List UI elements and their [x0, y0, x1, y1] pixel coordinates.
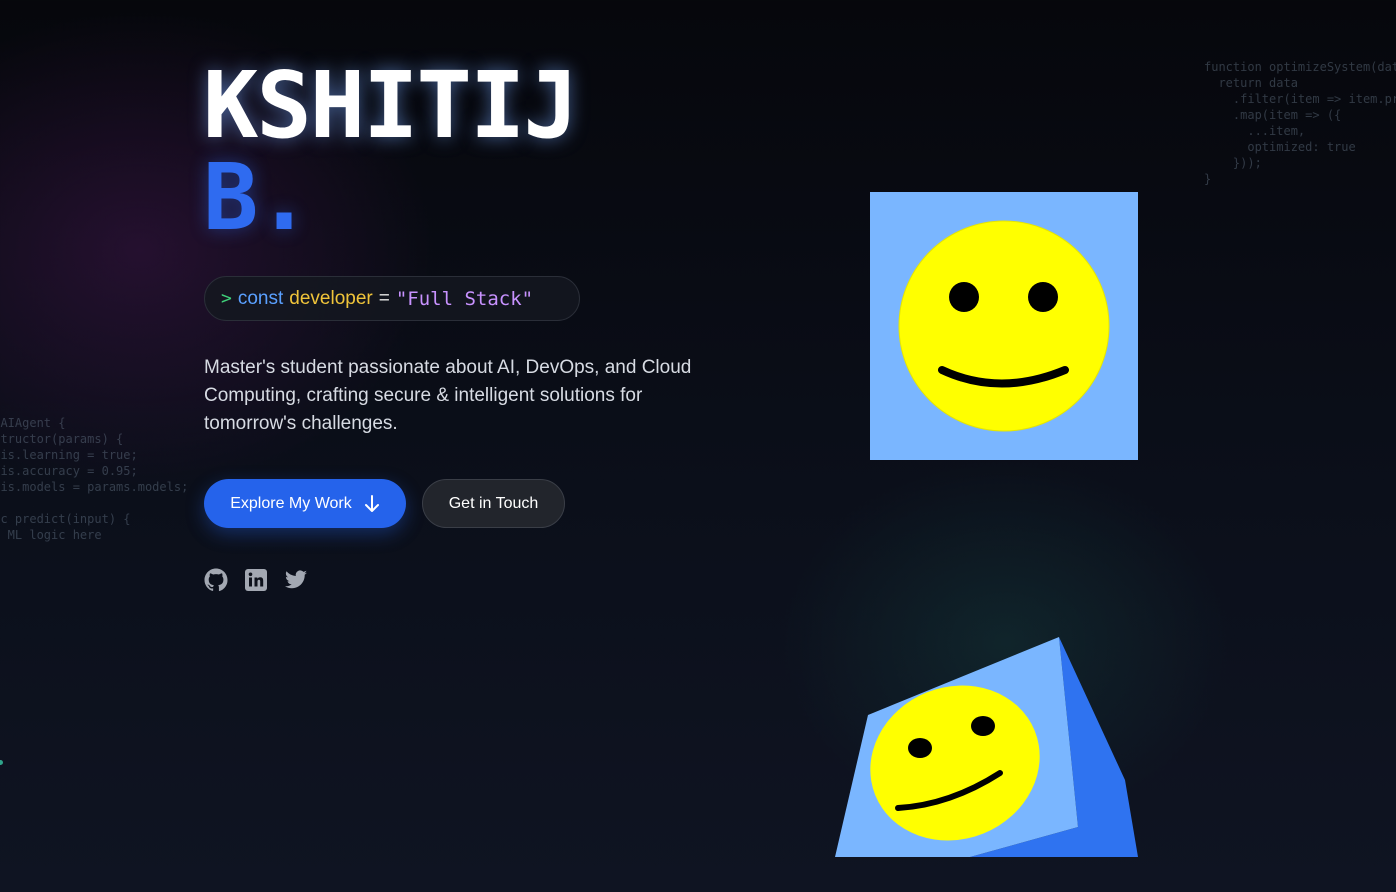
- smiley-cube-icon: [835, 637, 1138, 857]
- code-keyword: const: [237, 287, 284, 309]
- decorative-dot: [0, 760, 3, 765]
- social-links: [204, 568, 308, 592]
- github-icon[interactable]: [204, 568, 228, 592]
- code-operator: =: [378, 287, 390, 309]
- get-in-touch-label: Get in Touch: [448, 494, 539, 512]
- background-code-right: function optimizeSystem(data return data…: [1204, 60, 1396, 186]
- smiley-3d-cube: [830, 630, 1140, 865]
- arrow-down-icon: [364, 494, 380, 513]
- code-snippet-pill: > const developer = "Full Stack": [204, 276, 580, 321]
- hero-last-name: B.: [203, 144, 312, 251]
- code-variable: developer: [289, 287, 373, 309]
- code-prompt: >: [221, 288, 232, 309]
- linkedin-icon[interactable]: [244, 568, 268, 592]
- smiley-image: [870, 192, 1138, 460]
- explore-work-label: Explore My Work: [230, 494, 352, 512]
- code-string: "Full Stack": [395, 287, 534, 310]
- get-in-touch-button[interactable]: Get in Touch: [422, 479, 565, 528]
- smiley-face-icon: [898, 220, 1110, 432]
- background-code-left: s AIAgent { nstructor(params) { this.lea…: [0, 416, 189, 542]
- hero-first-name: KSHITIJ: [203, 52, 579, 159]
- explore-work-button[interactable]: Explore My Work: [204, 479, 406, 528]
- hero-description: Master's student passionate about AI, De…: [204, 357, 692, 434]
- twitter-icon[interactable]: [284, 568, 308, 592]
